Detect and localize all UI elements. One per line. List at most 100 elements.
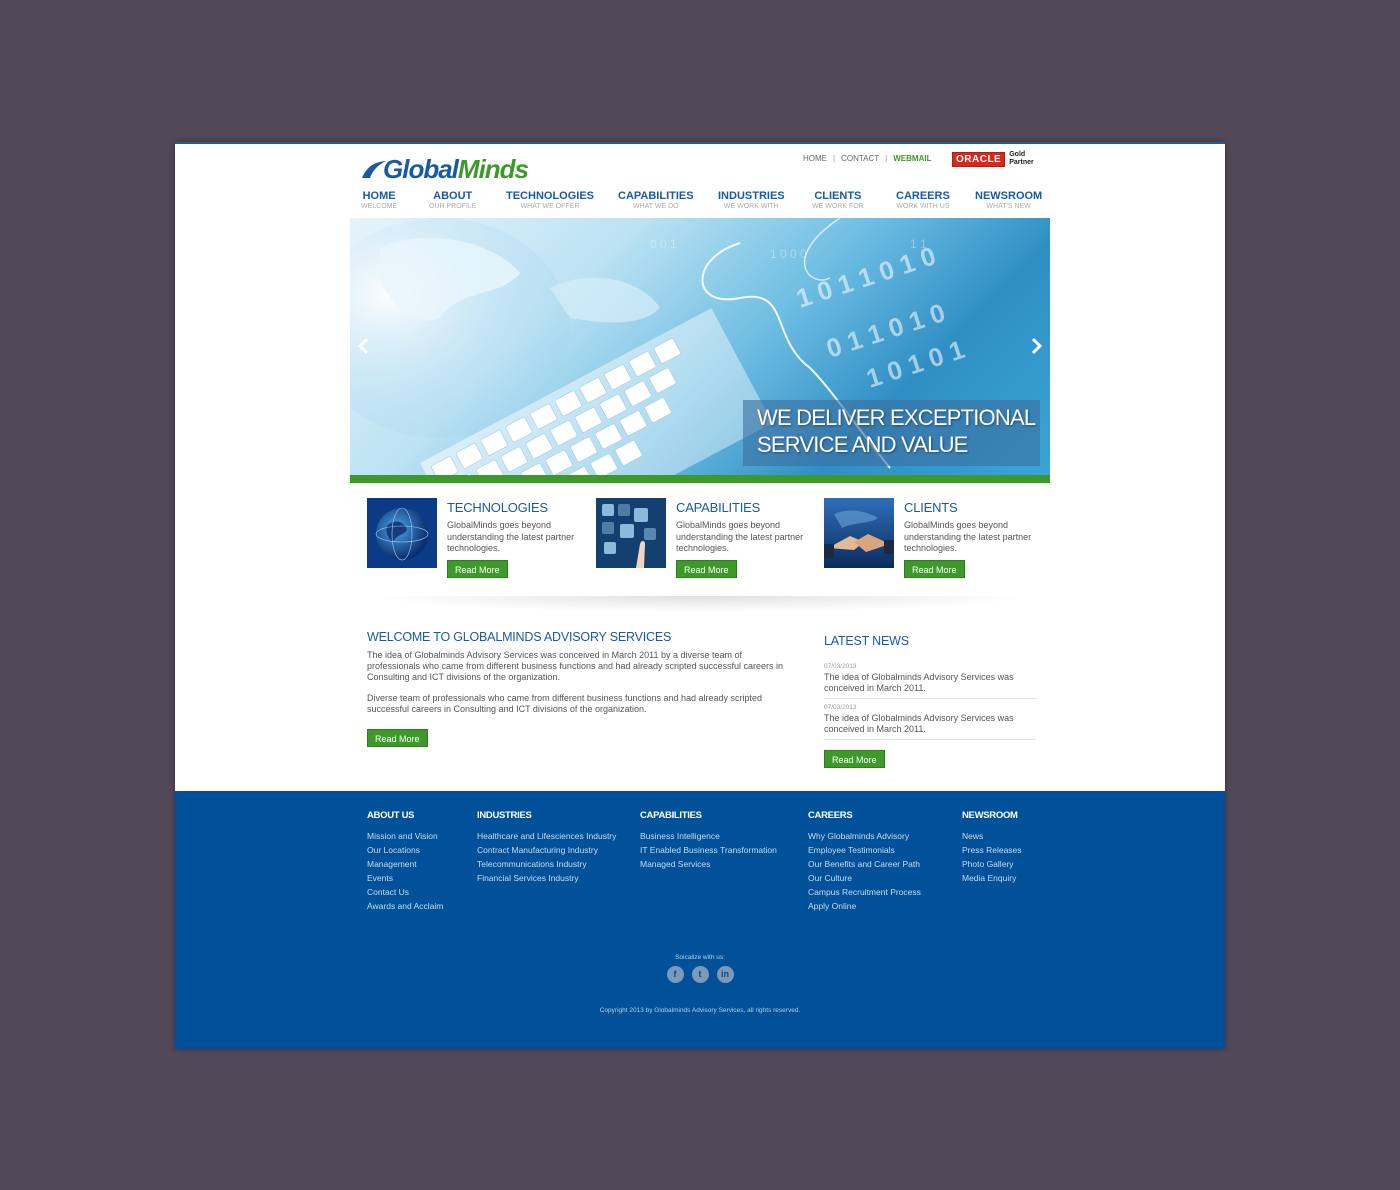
top-link-separator: | [833, 154, 836, 163]
twitter-icon[interactable]: t [691, 966, 709, 983]
footer-link[interactable]: Awards and Acclaim [367, 899, 443, 913]
footer-link[interactable]: Apply Online [808, 899, 921, 913]
oracle-gold-partner-badge: ORACLE Gold Partner [952, 151, 1034, 167]
touchscreen-image [596, 498, 666, 568]
footer-link[interactable]: Campus Recruitment Process [808, 885, 921, 899]
footer-link[interactable]: Business Intelligence [640, 829, 777, 843]
social-label: Soicalize with us: [675, 954, 725, 961]
nav-sublabel: WE WORK WITH [723, 203, 779, 210]
nav-about[interactable]: ABOUT OUR PROFILE [429, 190, 476, 210]
footer-link[interactable]: Employee Testimonials [808, 843, 921, 857]
feature-description: GlobalMinds goes beyond understanding th… [447, 520, 575, 553]
linkedin-icon[interactable]: in [716, 966, 734, 983]
footer-column-title: NEWSROOM [962, 810, 1018, 821]
slider-next-arrow-icon[interactable] [1026, 336, 1046, 356]
footer-link[interactable]: IT Enabled Business Transformation [640, 843, 777, 857]
footer-link[interactable]: Press Releases [962, 843, 1022, 857]
page-container: Global Minds HOME | CONTACT | WEBMAIL ORA… [175, 142, 1225, 1049]
footer-column-industries: INDUSTRIES Healthcare and Lifesciences I… [477, 810, 616, 885]
social-icons: f t in [175, 966, 1225, 983]
footer-link[interactable]: Contract Manufacturing Industry [477, 843, 616, 857]
nav-industries[interactable]: INDUSTRIES WE WORK WITH [718, 190, 785, 210]
social-section: Soicalize with us: f t in [175, 954, 1225, 983]
footer-link[interactable]: Contact Us [367, 885, 443, 899]
footer-link[interactable]: Photo Gallery [962, 857, 1022, 871]
nav-sublabel: WHAT WE DO [632, 203, 679, 210]
nav-sublabel: OUR PROFILE [429, 203, 477, 210]
nav-label: ABOUT [433, 190, 473, 202]
read-more-button[interactable]: Read More [904, 560, 965, 578]
latest-news-title: LATEST NEWS [824, 634, 909, 648]
footer-link[interactable]: Managed Services [640, 857, 777, 871]
nav-clients[interactable]: CLIENTS WE WORK FOR [812, 190, 864, 210]
news-read-more-button[interactable]: Read More [824, 750, 885, 768]
oracle-logo: ORACLE [952, 151, 1006, 167]
news-text: The idea of Globalminds Advisory Service… [824, 713, 1014, 734]
nav-careers[interactable]: CAREERS WORK WITH US [896, 190, 950, 210]
facebook-icon[interactable]: f [666, 966, 684, 983]
footer-column-title: ABOUT US [367, 810, 415, 821]
news-item[interactable]: 07/03/2013 The idea of Globalminds Advis… [824, 699, 1036, 740]
slider-prev-arrow-icon[interactable] [354, 336, 374, 356]
feature-clients: CLIENTS GlobalMinds goes beyond understa… [824, 498, 1039, 588]
nav-sublabel: WELCOME [361, 203, 398, 210]
top-link-webmail[interactable]: WEBMAIL [893, 154, 931, 163]
logo-text-minds: Minds [457, 153, 529, 184]
top-link-home[interactable]: HOME [803, 154, 827, 163]
footer-column-title: INDUSTRIES [477, 810, 532, 821]
read-more-button[interactable]: Read More [676, 560, 737, 578]
footer-column-newsroom: NEWSROOM News Press Releases Photo Galle… [962, 810, 1022, 885]
feature-description: GlobalMinds goes beyond understanding th… [904, 520, 1032, 553]
nav-newsroom[interactable]: NEWSROOM WHAT'S NEW [975, 190, 1042, 210]
nav-sublabel: WE WORK FOR [812, 203, 864, 210]
footer-link[interactable]: Management [367, 857, 443, 871]
footer-link[interactable]: Telecommunications Industry [477, 857, 616, 871]
footer-link[interactable]: Our Locations [367, 843, 443, 857]
feature-title: CAPABILITIES [676, 500, 761, 515]
nav-sublabel: WORK WITH US [896, 203, 950, 210]
globe-image [367, 498, 437, 568]
footer-link[interactable]: Media Enquiry [962, 871, 1022, 885]
svg-text:0 0 1: 0 0 1 [650, 237, 677, 251]
news-item[interactable]: 07/03/2013 The idea of Globalminds Advis… [824, 658, 1036, 699]
nav-sublabel: WHAT'S NEW [986, 203, 1031, 210]
feature-description: GlobalMinds goes beyond understanding th… [676, 520, 804, 553]
nav-label: NEWSROOM [975, 190, 1043, 202]
top-link-contact[interactable]: CONTACT [841, 154, 879, 163]
feature-title: CLIENTS [904, 500, 958, 515]
news-date: 07/03/2013 [824, 663, 857, 670]
nav-home[interactable]: HOME WELCOME [361, 190, 397, 210]
hero-slider: 1 0 1 1 0 1 0 0 1 1 0 1 0 1 0 1 0 1 0 0 … [350, 218, 1050, 483]
latest-news-section: LATEST NEWS 07/03/2013 The idea of Globa… [824, 634, 1036, 768]
gold-label: Gold [1009, 151, 1026, 158]
footer-column-careers: CAREERS Why Globalminds Advisory Employe… [808, 810, 921, 913]
nav-technologies[interactable]: TECHNOLOGIES WHAT WE OFFER [506, 190, 594, 210]
svg-text:1 0 0 0: 1 0 0 0 [770, 247, 807, 261]
footer-link[interactable]: Why Globalminds Advisory [808, 829, 921, 843]
footer-link[interactable]: News [962, 829, 1022, 843]
footer-link[interactable]: Financial Services Industry [477, 871, 616, 885]
hero-green-bar [350, 475, 1050, 483]
top-links: HOME | CONTACT | WEBMAIL [803, 154, 931, 163]
main-navigation: HOME WELCOME ABOUT OUR PROFILE TECHNOLOG… [361, 190, 1042, 218]
footer-link[interactable]: Healthcare and Lifesciences Industry [477, 829, 616, 843]
nav-label: CAREERS [896, 190, 950, 202]
nav-label: INDUSTRIES [718, 190, 785, 202]
handshake-image [824, 498, 894, 568]
globalminds-logo[interactable]: Global Minds [361, 153, 529, 184]
footer-link[interactable]: Events [367, 871, 443, 885]
welcome-read-more-button[interactable]: Read More [367, 729, 428, 747]
footer: ABOUT US Mission and Vision Our Location… [175, 791, 1225, 1049]
nav-label: CLIENTS [814, 190, 862, 202]
feature-title: TECHNOLOGIES [447, 500, 548, 515]
nav-label: HOME [362, 190, 396, 202]
read-more-button[interactable]: Read More [447, 560, 508, 578]
nav-capabilities[interactable]: CAPABILITIES WHAT WE DO [618, 190, 694, 210]
news-text: The idea of Globalminds Advisory Service… [824, 672, 1014, 693]
footer-link[interactable]: Our Benefits and Career Path [808, 857, 921, 871]
footer-link[interactable]: Mission and Vision [367, 829, 443, 843]
gold-partner-label: Gold Partner [1009, 151, 1034, 167]
footer-link[interactable]: Our Culture [808, 871, 921, 885]
top-link-separator: | [885, 154, 888, 163]
nav-sublabel: WHAT WE OFFER [520, 203, 580, 210]
